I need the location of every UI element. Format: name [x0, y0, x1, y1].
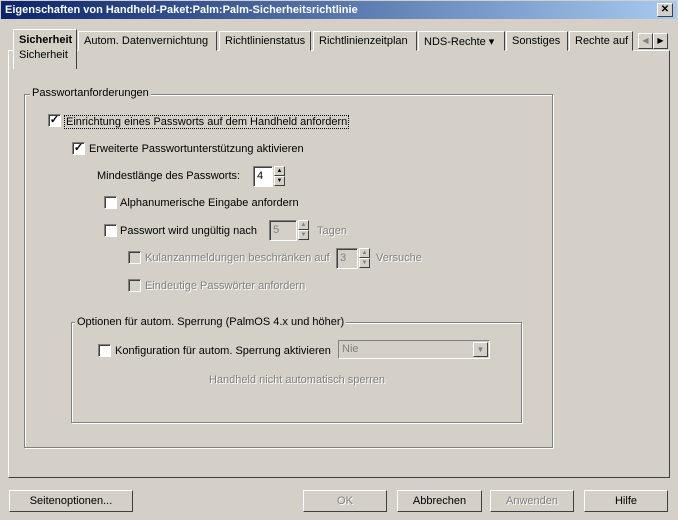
- attempts-unit-label: Versuche: [376, 252, 422, 264]
- expire-days-input[interactable]: 5: [269, 220, 297, 241]
- password-group-legend: Passwortanforderungen: [30, 87, 151, 99]
- extended-support-label: Erweiterte Passwortunterstützung aktivie…: [89, 143, 304, 155]
- tab-nds-rechte[interactable]: NDS-Rechte ▾: [418, 31, 505, 51]
- grace-logins-spinner[interactable]: ▲ ▼: [359, 248, 370, 269]
- unique-passwords-checkbox[interactable]: [128, 279, 141, 292]
- spin-down-icon[interactable]: ▼: [359, 258, 370, 268]
- expire-days-spinner[interactable]: ▲ ▼: [298, 220, 309, 241]
- autolock-checkbox[interactable]: [98, 344, 111, 357]
- cancel-button[interactable]: Abbrechen: [397, 490, 482, 512]
- alphanumeric-label: Alphanumerische Eingabe anfordern: [120, 197, 299, 209]
- alphanumeric-checkbox[interactable]: [104, 196, 117, 209]
- autolock-group: [71, 322, 522, 423]
- help-button[interactable]: Hilfe: [584, 490, 668, 512]
- autolock-dropdown-value: Nie: [342, 343, 359, 355]
- min-length-spinner[interactable]: ▲ ▼: [274, 166, 285, 187]
- tab-sicherheit[interactable]: Sicherheit Sicherheit: [13, 29, 77, 69]
- spin-down-icon[interactable]: ▼: [274, 176, 285, 186]
- expire-label: Passwort wird ungültig nach: [120, 225, 257, 237]
- tab-richtlinienzeitplan[interactable]: Richtlinienzeitplan: [313, 31, 417, 51]
- require-password-label: Einrichtung eines Passworts auf dem Hand…: [64, 115, 350, 129]
- apply-button[interactable]: Anwenden: [490, 490, 574, 512]
- autolock-dropdown[interactable]: Nie ▼: [338, 340, 490, 359]
- title-bar: Eigenschaften von Handheld-Paket:Palm:Pa…: [0, 0, 678, 20]
- tab-richtlinienstatus[interactable]: Richtlinienstatus: [219, 31, 311, 51]
- chevron-down-icon[interactable]: ▼: [473, 342, 488, 357]
- ok-button[interactable]: OK: [303, 490, 387, 512]
- autolock-label: Konfiguration für autom. Sperrung aktivi…: [115, 345, 331, 357]
- window-title: Eigenschaften von Handheld-Paket:Palm:Pa…: [5, 4, 358, 16]
- tab-autom-datenvernichtung[interactable]: Autom. Datenvernichtung: [78, 31, 217, 51]
- days-unit-label: Tagen: [317, 225, 347, 237]
- tab-sonstiges[interactable]: Sonstiges: [506, 31, 568, 51]
- spin-up-icon[interactable]: ▲: [359, 248, 370, 258]
- min-length-label: Mindestlänge des Passworts:: [97, 170, 241, 182]
- unique-passwords-label: Eindeutige Passwörter anfordern: [145, 280, 306, 292]
- spin-up-icon[interactable]: ▲: [274, 166, 285, 176]
- spin-up-icon[interactable]: ▲: [298, 220, 309, 230]
- close-button[interactable]: ✕: [657, 3, 673, 17]
- tab-rechte-auf[interactable]: Rechte auf: [569, 31, 633, 51]
- require-password-checkbox[interactable]: ✓: [48, 114, 61, 127]
- subtab-sicherheit[interactable]: Sicherheit: [19, 49, 71, 61]
- autolock-info: Handheld nicht automatisch sperren: [208, 374, 386, 386]
- min-length-input[interactable]: 4: [253, 166, 273, 187]
- tab-scroll-right[interactable]: ▶: [653, 33, 668, 49]
- tab-scroll-left[interactable]: ◀: [638, 33, 653, 49]
- grace-logins-label: Kulanzanmeldungen beschränken auf: [145, 252, 330, 264]
- extended-support-checkbox[interactable]: ✓: [72, 142, 85, 155]
- page-options-button[interactable]: Seitenoptionen...: [9, 490, 133, 512]
- expire-checkbox[interactable]: [104, 224, 117, 237]
- autolock-group-legend: Optionen für autom. Sperrung (PalmOS 4.x…: [75, 316, 347, 328]
- grace-logins-checkbox[interactable]: [128, 251, 141, 264]
- spin-down-icon[interactable]: ▼: [298, 230, 309, 240]
- tab-label: Sicherheit: [19, 34, 73, 46]
- grace-logins-input[interactable]: 3: [336, 248, 358, 269]
